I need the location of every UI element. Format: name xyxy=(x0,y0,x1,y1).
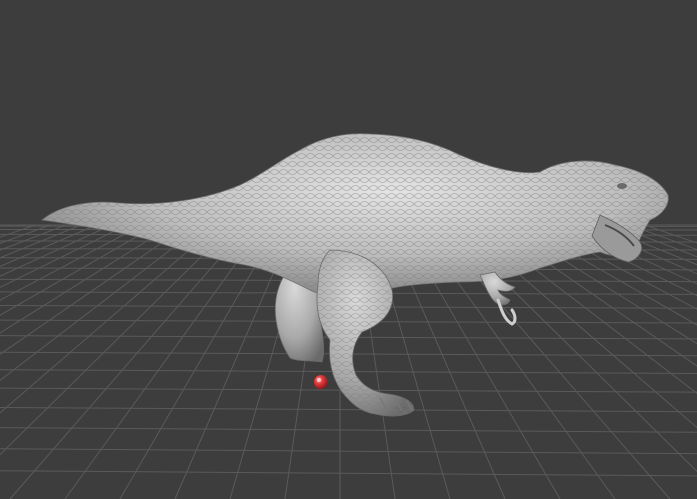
grid-line xyxy=(0,470,697,477)
grid-line xyxy=(522,224,697,326)
grid-line xyxy=(537,224,697,310)
grid-line xyxy=(644,224,697,244)
grid-line xyxy=(0,448,697,455)
grid-line xyxy=(568,224,697,285)
grid-line xyxy=(0,224,66,251)
trex-model[interactable] xyxy=(41,133,669,417)
grid-line xyxy=(583,224,697,275)
grid-line xyxy=(9,224,249,499)
grid-line xyxy=(0,224,204,381)
3d-viewport[interactable] xyxy=(0,0,697,499)
grid-line xyxy=(629,224,697,251)
viewport-canvas[interactable] xyxy=(0,0,697,499)
grid-line xyxy=(0,427,697,433)
grid-line xyxy=(0,224,82,259)
grid-line xyxy=(0,224,234,456)
red-sphere-marker-icon[interactable] xyxy=(314,375,328,389)
grid-line xyxy=(0,224,219,414)
grid-line xyxy=(0,224,97,267)
trex-eye xyxy=(617,183,627,189)
grid-line xyxy=(598,224,697,266)
grid-line xyxy=(0,224,36,238)
grid-line xyxy=(553,224,697,297)
